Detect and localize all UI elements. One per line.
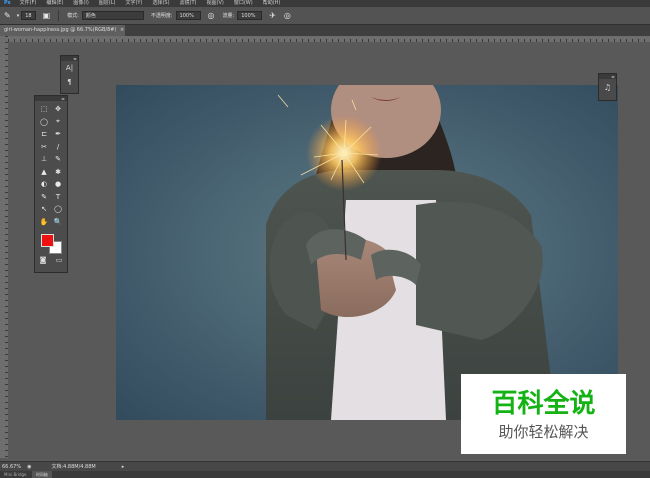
- pen-tool-icon[interactable]: ✎: [37, 191, 51, 204]
- menu-type[interactable]: 文字(Y): [120, 0, 147, 7]
- eyedropper-tool-icon[interactable]: ✒: [51, 128, 65, 141]
- menu-filter[interactable]: 滤镜(T): [175, 0, 202, 7]
- bottom-panel-tabs: Mini Bridge 时间轴: [0, 471, 650, 478]
- mode-select[interactable]: 颜色: [81, 11, 144, 20]
- app-logo: Ps: [4, 0, 11, 6]
- document-tab-title: girl-woman-happiness.jpg @ 66.7%(RGB/8#): [4, 27, 117, 33]
- tools-panel: ◂▸ ⬚ ✥ ◯ ⌖ ⊏ ✒ ✂ ∕ ⊥ ✎ ▲ ✱ ◐ ● ✎ T ↖ ◯ ✋…: [34, 95, 68, 273]
- options-bar: ✎ ▾ 18 ▣ 模式: 颜色 不透明度: 100% ◎ 流量: 100% ✈ …: [0, 7, 650, 25]
- gradient-tool-icon[interactable]: ✱: [51, 166, 65, 179]
- hand-tool-icon[interactable]: ✋: [37, 216, 51, 229]
- crop-tool-icon[interactable]: ⊏: [37, 128, 51, 141]
- airbrush-icon[interactable]: ✈: [269, 11, 276, 20]
- brush-panel-icon[interactable]: ▣: [43, 11, 51, 20]
- brush-tool-icon[interactable]: ∕: [51, 141, 65, 154]
- history-panel-icon[interactable]: ♫: [599, 79, 616, 95]
- document-tab[interactable]: girl-woman-happiness.jpg @ 66.7%(RGB/8#)…: [0, 25, 125, 36]
- menu-edit[interactable]: 编辑(E): [41, 0, 68, 7]
- divider: [58, 10, 60, 21]
- screen-mode-icon[interactable]: ▭: [56, 256, 63, 264]
- watermark-title: 百科全说: [491, 389, 596, 419]
- quick-mask-icon[interactable]: ◙: [40, 256, 47, 264]
- foreground-color-swatch[interactable]: [41, 234, 54, 247]
- zoom-tool-icon[interactable]: 🔍: [51, 216, 65, 229]
- mode-label: 模式:: [67, 13, 79, 19]
- document-tab-bar: girl-woman-happiness.jpg @ 66.7%(RGB/8#)…: [0, 25, 650, 36]
- path-select-tool-icon[interactable]: ↖: [37, 203, 51, 216]
- blur-tool-icon[interactable]: ◐: [37, 178, 51, 191]
- watermark-subtitle: 助你轻松解决: [498, 423, 589, 441]
- brush-size-picker[interactable]: 18: [21, 11, 36, 20]
- character-panel-icon[interactable]: A|: [61, 61, 78, 75]
- menu-bar: Ps 文件(F) 编辑(E) 图像(I) 图层(L) 文字(Y) 选择(S) 滤…: [0, 0, 650, 7]
- stamp-tool-icon[interactable]: ⊥: [37, 153, 51, 166]
- tab-mini-bridge[interactable]: Mini Bridge: [0, 471, 31, 478]
- pressure-opacity-icon[interactable]: ◎: [208, 11, 215, 20]
- menu-help[interactable]: 帮助(H): [258, 0, 286, 7]
- menu-select[interactable]: 选择(S): [147, 0, 174, 7]
- opacity-label: 不透明度:: [150, 13, 173, 19]
- lasso-tool-icon[interactable]: ◯: [37, 116, 51, 129]
- photo-illustration: [266, 85, 556, 420]
- flow-input[interactable]: 100%: [237, 11, 263, 20]
- healing-tool-icon[interactable]: ✂: [37, 141, 51, 154]
- right-mini-panel: ◂▸ ♫: [598, 73, 617, 101]
- vertical-ruler: [0, 36, 8, 458]
- menu-layer[interactable]: 图层(L): [94, 0, 121, 7]
- close-icon[interactable]: ×: [120, 27, 124, 33]
- brush-tool-icon[interactable]: ✎: [4, 11, 11, 20]
- menu-view[interactable]: 视图(V): [202, 0, 229, 7]
- marquee-tool-icon[interactable]: ⬚: [37, 103, 51, 116]
- quick-select-tool-icon[interactable]: ⌖: [51, 116, 65, 129]
- chevron-down-icon[interactable]: ▾: [17, 12, 20, 20]
- opacity-input[interactable]: 100%: [175, 11, 201, 20]
- shape-tool-icon[interactable]: ◯: [51, 203, 65, 216]
- dodge-tool-icon[interactable]: ●: [51, 178, 65, 191]
- tab-timeline[interactable]: 时间轴: [31, 471, 52, 478]
- pressure-size-icon[interactable]: ◎: [284, 11, 291, 20]
- paragraph-panel-icon[interactable]: ¶: [61, 75, 78, 89]
- history-brush-tool-icon[interactable]: ✎: [51, 153, 65, 166]
- eraser-tool-icon[interactable]: ▲: [37, 166, 51, 179]
- menu-image[interactable]: 图像(I): [68, 0, 93, 7]
- character-mini-panel: ◂▸ A| ¶: [60, 55, 79, 94]
- move-tool-icon[interactable]: ✥: [51, 103, 65, 116]
- flow-label: 流量:: [222, 13, 235, 19]
- menu-window[interactable]: 窗口(W): [229, 0, 258, 7]
- document-image[interactable]: [116, 85, 618, 420]
- menu-file[interactable]: 文件(F): [15, 0, 42, 7]
- type-tool-icon[interactable]: T: [51, 191, 65, 204]
- watermark: 百科全说 助你轻松解决: [461, 374, 626, 454]
- color-swatches: [35, 230, 67, 256]
